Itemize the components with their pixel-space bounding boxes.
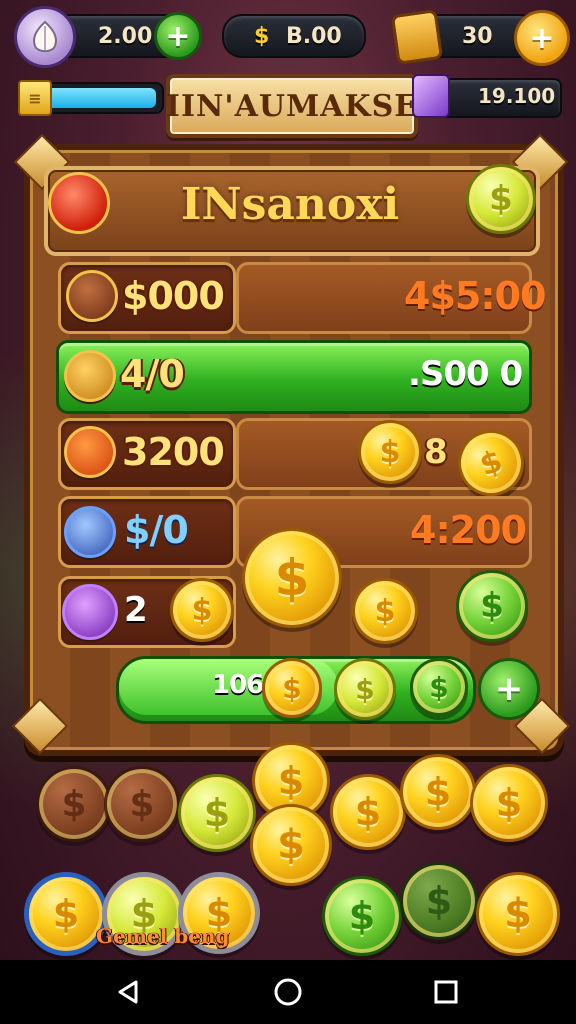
coin-glyph: $: [52, 892, 80, 936]
coin-glyph: $: [424, 770, 452, 814]
apple-icon[interactable]: [48, 172, 110, 234]
coin: $: [322, 876, 402, 956]
recents-icon: [434, 980, 458, 1004]
lives-value: 2.00: [98, 24, 153, 49]
add-progress-button[interactable]: +: [478, 658, 540, 720]
row-3-price: 8: [424, 432, 448, 472]
coin-glyph: $: [274, 549, 310, 607]
coin-glyph: $: [61, 783, 87, 825]
coin-glyph: $: [191, 592, 213, 628]
coin: $: [330, 774, 406, 850]
green-coin: $: [410, 658, 468, 716]
coin-glyph: $: [355, 672, 375, 706]
coin-glyph: $: [277, 759, 305, 803]
coin-glyph: $: [203, 791, 231, 835]
chest-icon: [390, 9, 444, 65]
row-2-price: .S00 0: [408, 354, 523, 394]
coin-glyph: $: [504, 891, 532, 937]
plus-icon: +: [165, 18, 191, 54]
gem-orb-icon: [62, 584, 118, 640]
coins-value: B.00: [286, 24, 342, 49]
recents-button[interactable]: [406, 960, 486, 1024]
garlic-avatar-icon[interactable]: [14, 6, 76, 68]
gems-value: 19.100: [478, 84, 556, 108]
coin-glyph: $: [379, 434, 401, 470]
coin: $: [36, 766, 112, 842]
coin-glyph: $: [354, 790, 382, 834]
plus-icon: +: [494, 669, 524, 709]
coin: $: [400, 754, 476, 830]
orb-icon: [64, 506, 116, 558]
system-navbar: [0, 960, 576, 1024]
bottom-label: Gemel beng: [96, 924, 230, 948]
xp-bar-fill: [46, 88, 156, 108]
coin-glyph: $: [374, 593, 396, 629]
coin: $: [470, 764, 548, 842]
row-4-value: $/0: [124, 508, 189, 552]
row-4-price: 4:200: [410, 508, 527, 552]
coin-glyph: $: [475, 442, 507, 484]
potion-icon: [412, 74, 450, 118]
row-1-price: 4$5:00: [404, 274, 546, 318]
coin-glyph: $: [425, 879, 453, 923]
apple-icon: [66, 270, 118, 322]
coin-glyph: $: [495, 781, 523, 825]
row-2-value: 4/0: [120, 352, 185, 396]
coin-glyph: $: [489, 179, 513, 219]
progress-value: 106: [212, 670, 264, 700]
coin: $: [178, 774, 256, 852]
add-lives-button[interactable]: +: [154, 12, 202, 60]
fruit-icon: [64, 426, 116, 478]
tickets-value: 30: [462, 24, 493, 49]
coin-glyph: $: [429, 670, 449, 704]
coin-glyph: $: [480, 586, 504, 626]
coin-glyph: $: [348, 894, 376, 938]
coin: $: [352, 578, 418, 644]
title-plate: IIN'AUMAKSE: [166, 74, 418, 138]
coins-counter: $ B.00: [222, 14, 366, 58]
lime-coin: $: [334, 658, 396, 720]
home-button[interactable]: [248, 960, 328, 1024]
row-3-value: 3200: [122, 430, 225, 474]
row-5-value: 2: [124, 590, 148, 630]
coin-glyph: $: [282, 671, 302, 705]
coin-button[interactable]: $: [466, 164, 536, 234]
coin: $: [104, 766, 180, 842]
add-tickets-button[interactable]: +: [514, 10, 570, 66]
scroll-icon: ≡: [18, 80, 52, 116]
coin: $: [250, 804, 332, 886]
coin-glyph: $: [129, 783, 155, 825]
back-button[interactable]: [88, 960, 168, 1024]
coin: $: [358, 420, 422, 484]
coin: $: [170, 578, 234, 642]
coin-glyph: $: [277, 822, 305, 868]
back-icon: [118, 980, 138, 1004]
seed-icon: [64, 350, 116, 402]
row-1-value: $000: [122, 274, 225, 318]
big-coin[interactable]: $: [242, 528, 342, 628]
green-coin: $: [456, 570, 528, 642]
coin: $: [476, 872, 560, 956]
coin: $: [400, 862, 478, 940]
home-icon: [274, 978, 302, 1006]
dollar-icon: $: [254, 24, 270, 49]
panel-title: INsanoxi: [180, 178, 400, 230]
coin: $: [262, 658, 322, 718]
plus-icon: +: [529, 20, 555, 56]
